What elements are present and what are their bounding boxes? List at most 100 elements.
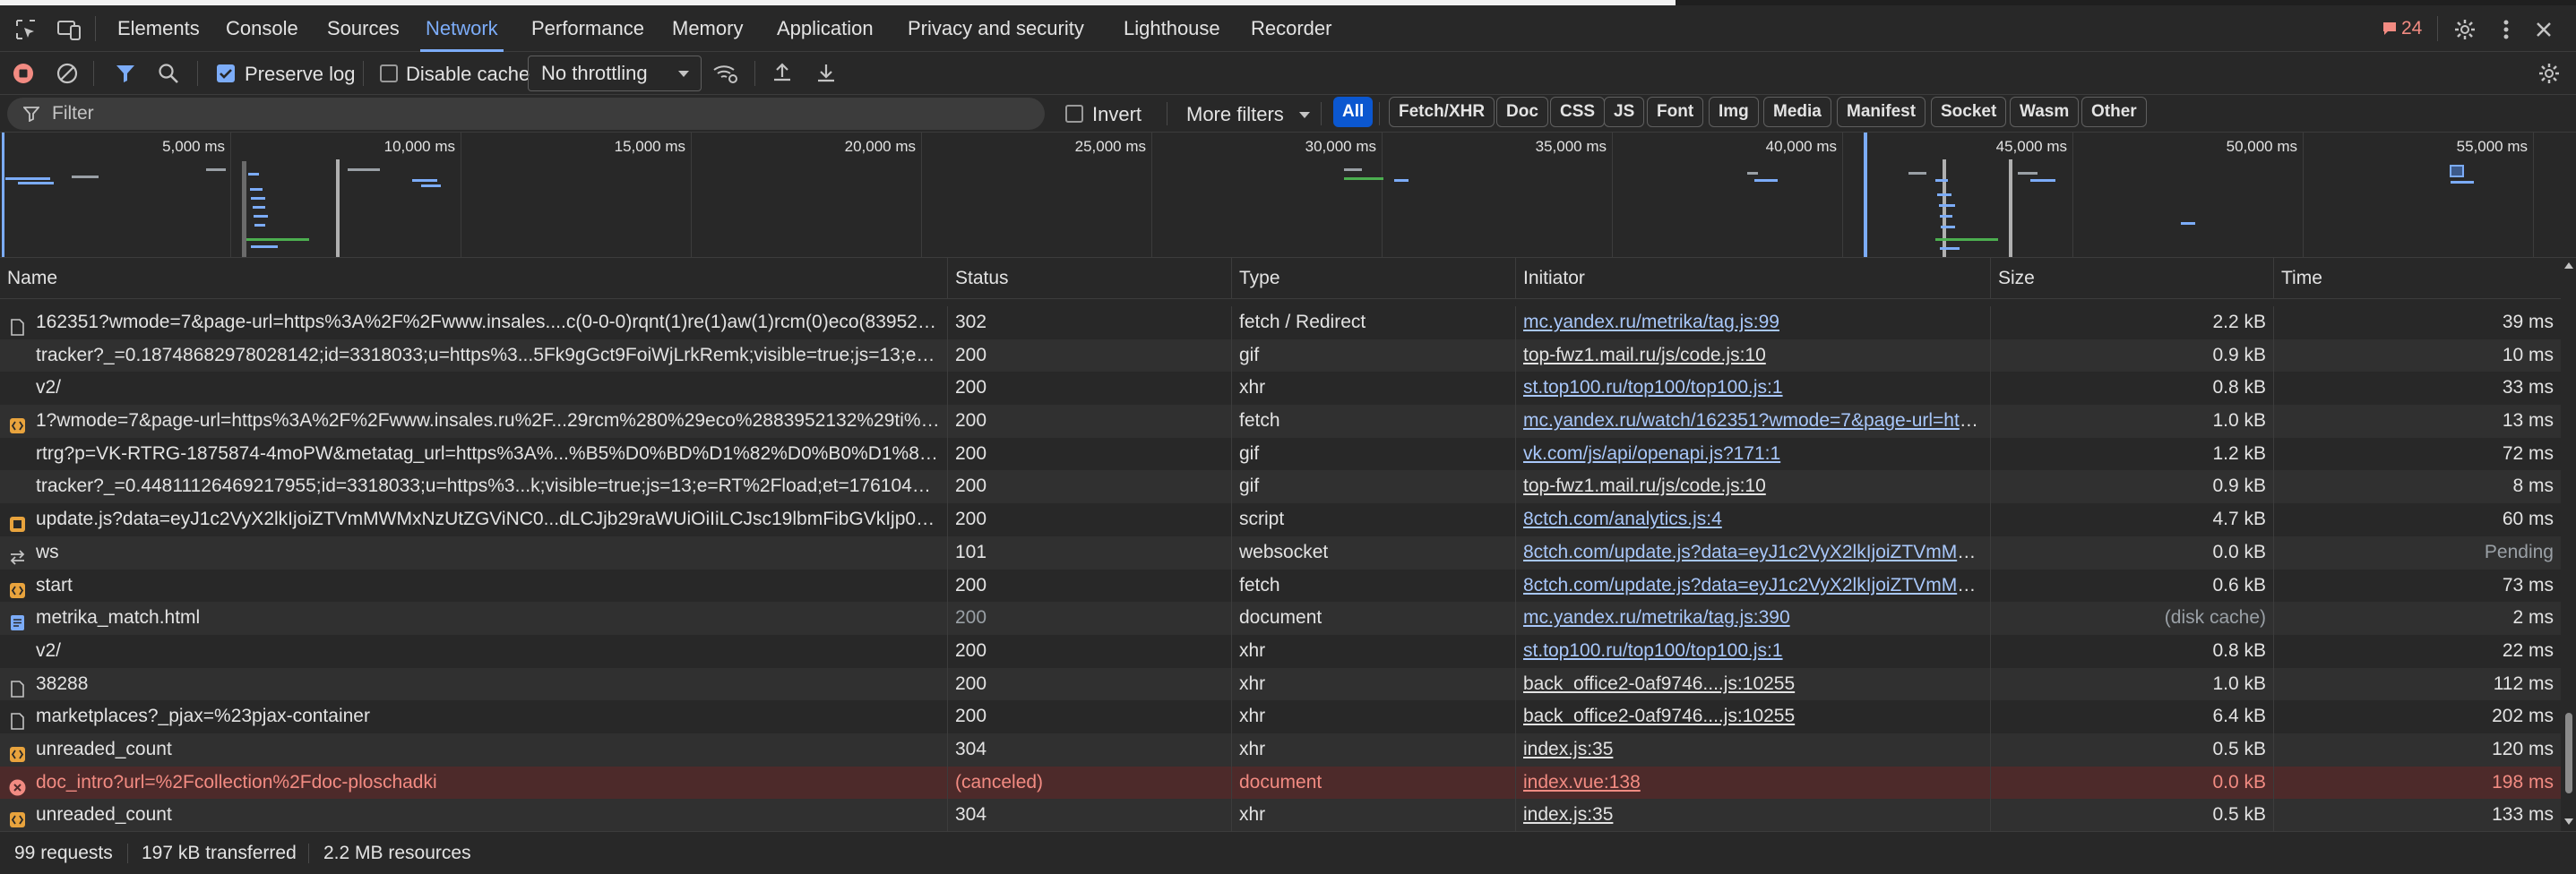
invert-checkbox[interactable]: [1065, 105, 1083, 123]
invert-label[interactable]: Invert: [1092, 103, 1142, 126]
cell-name[interactable]: unreaded_count: [0, 733, 948, 767]
table-row[interactable]: 162351?wmode=7&page-url=https%3A%2F%2Fww…: [0, 306, 2561, 339]
tab-lighthouse[interactable]: Lighthouse: [1124, 5, 1220, 52]
table-row[interactable]: tracker?_=0.18748682978028142;id=3318033…: [0, 338, 2561, 373]
filter-chip-wasm[interactable]: Wasm: [2010, 97, 2080, 127]
cell-name[interactable]: update.js?data=eyJ1c2VyX2lkIjoiZTVmMWMxN…: [0, 503, 948, 536]
table-row[interactable]: start 200 fetch 8ctch.com/update.js?data…: [0, 569, 2561, 603]
filter-chip-doc[interactable]: Doc: [1496, 97, 1548, 127]
table-row[interactable]: unreaded_count 304 xhr index.js:35 0.5 k…: [0, 799, 2561, 831]
table-vertical-scrollbar[interactable]: [2561, 258, 2576, 831]
cell-name[interactable]: metrika_match.html: [0, 602, 948, 635]
tab-recorder[interactable]: Recorder: [1251, 5, 1331, 52]
network-conditions-icon[interactable]: [712, 62, 739, 90]
table-row[interactable]: metrika_match.html 200 document mc.yande…: [0, 602, 2561, 635]
tab-elements[interactable]: Elements: [117, 5, 200, 52]
cell-name[interactable]: 162351?wmode=7&page-url=https%3A%2F%2Fww…: [0, 306, 948, 339]
cell-name[interactable]: v2/: [0, 372, 948, 406]
table-row[interactable]: rtrg?p=VK-RTRG-1875874-4moPW&metatag_url…: [0, 437, 2561, 471]
cell-name[interactable]: 1?wmode=7&page-url=https%3A%2F%2Fwww.ins…: [0, 405, 948, 438]
clear-icon[interactable]: [56, 63, 78, 90]
cell-name[interactable]: unreaded_count: [0, 799, 948, 831]
initiator-link[interactable]: index.js:35: [1523, 739, 1613, 759]
filter-chip-fetch-xhr[interactable]: Fetch/XHR: [1389, 97, 1495, 127]
scroll-down-arrow-icon[interactable]: [2564, 818, 2573, 826]
initiator-link[interactable]: 8ctch.com/update.js?data=eyJ1c2VyX2lkIjo…: [1523, 575, 1989, 596]
tab-application[interactable]: Application: [777, 5, 874, 52]
initiator-link[interactable]: vk.com/js/api/openapi.js?171:1: [1523, 443, 1780, 464]
cell-name[interactable]: doc_intro?url=%2Fcollection%2Fdoc-plosch…: [0, 766, 948, 800]
cell-name[interactable]: 38288: [0, 667, 948, 701]
filter-chip-manifest[interactable]: Manifest: [1837, 97, 1926, 127]
tab-sources[interactable]: Sources: [327, 5, 400, 52]
table-row[interactable]: 38288 200 xhr back_office2-0af9746....js…: [0, 667, 2561, 701]
cell-name[interactable]: ws: [0, 536, 948, 570]
tab-memory[interactable]: Memory: [672, 5, 743, 52]
filter-chip-css[interactable]: CSS: [1550, 97, 1606, 127]
table-row[interactable]: v2/ 200 xhr st.top100.ru/top100/top100.j…: [0, 634, 2561, 668]
search-icon[interactable]: [158, 63, 179, 90]
initiator-link[interactable]: top-fwz1.mail.ru/js/code.js:10: [1523, 345, 1766, 365]
column-header-size[interactable]: Size: [1991, 258, 2274, 299]
column-header-time[interactable]: Time: [2274, 258, 2561, 299]
filter-chip-all[interactable]: All: [1333, 97, 1374, 127]
table-row[interactable]: marketplaces?_pjax=%23pjax-container 200…: [0, 700, 2561, 733]
filter-chip-socket[interactable]: Socket: [1931, 97, 2007, 127]
column-header-name[interactable]: Name: [0, 258, 948, 299]
settings-gear-icon[interactable]: [2448, 13, 2482, 47]
tab-console[interactable]: Console: [226, 5, 298, 52]
import-har-upload-icon[interactable]: [771, 62, 793, 89]
cell-name[interactable]: start: [0, 569, 948, 603]
filter-chip-other[interactable]: Other: [2081, 97, 2147, 127]
network-settings-gear-icon[interactable]: [2537, 62, 2561, 90]
table-row[interactable]: update.js?data=eyJ1c2VyX2lkIjoiZTVmMWMxN…: [0, 503, 2561, 536]
disable-cache-checkbox[interactable]: [380, 64, 398, 82]
table-row[interactable]: v2/ 200 xhr st.top100.ru/top100/top100.j…: [0, 372, 2561, 406]
preserve-log-label[interactable]: Preserve log: [245, 63, 356, 86]
column-header-initiator[interactable]: Initiator: [1516, 258, 1991, 299]
disable-cache-label[interactable]: Disable cache: [406, 63, 530, 86]
issues-badge[interactable]: 24: [2382, 18, 2422, 39]
table-row[interactable]: tracker?_=0.44811126469217955;id=3318033…: [0, 470, 2561, 504]
column-header-status[interactable]: Status: [948, 258, 1232, 299]
initiator-link[interactable]: 8ctch.com/update.js?data=eyJ1c2VyX2lkIjo…: [1523, 542, 1989, 562]
filter-chip-font[interactable]: Font: [1647, 97, 1704, 127]
filter-chip-js[interactable]: JS: [1604, 97, 1645, 127]
cell-name[interactable]: marketplaces?_pjax=%23pjax-container: [0, 700, 948, 733]
initiator-link[interactable]: top-fwz1.mail.ru/js/code.js:10: [1523, 476, 1766, 496]
initiator-link[interactable]: index.vue:138: [1523, 772, 1641, 793]
scroll-up-arrow-icon[interactable]: [2564, 261, 2573, 269]
initiator-link[interactable]: mc.yandex.ru/metrika/tag.js:99: [1523, 312, 1779, 332]
initiator-link[interactable]: st.top100.ru/top100/top100.js:1: [1523, 377, 1783, 398]
cell-name[interactable]: tracker?_=0.44811126469217955;id=3318033…: [0, 470, 948, 504]
tab-network[interactable]: Network: [420, 5, 504, 52]
initiator-link[interactable]: 8ctch.com/analytics.js:4: [1523, 509, 1722, 529]
column-header-type[interactable]: Type: [1232, 258, 1516, 299]
scrollbar-thumb[interactable]: [2565, 713, 2572, 793]
filter-chip-media[interactable]: Media: [1763, 97, 1831, 127]
inspect-element-icon[interactable]: [9, 13, 43, 47]
tab-privacy-and-security[interactable]: Privacy and security: [908, 5, 1084, 52]
device-toolbar-icon[interactable]: [52, 13, 86, 47]
record-stop-icon[interactable]: [13, 63, 34, 90]
initiator-link[interactable]: mc.yandex.ru/watch/162351?wmode=7&page-u…: [1523, 410, 1985, 431]
cell-name[interactable]: v2/: [0, 634, 948, 668]
filter-input[interactable]: Filter: [7, 98, 1045, 130]
table-row[interactable]: doc_intro?url=%2Fcollection%2Fdoc-plosch…: [0, 766, 2561, 800]
preserve-log-checkbox[interactable]: [217, 64, 235, 82]
table-row[interactable]: 1?wmode=7&page-url=https%3A%2F%2Fwww.ins…: [0, 405, 2561, 438]
initiator-link[interactable]: mc.yandex.ru/metrika/tag.js:390: [1523, 607, 1790, 628]
cell-name[interactable]: rtrg?p=VK-RTRG-1875874-4moPW&metatag_url…: [0, 437, 948, 471]
table-row[interactable]: ws 101 websocket 8ctch.com/update.js?dat…: [0, 536, 2561, 570]
throttling-select[interactable]: No throttling: [528, 56, 702, 91]
tab-performance[interactable]: Performance: [531, 5, 644, 52]
more-options-icon[interactable]: [2489, 13, 2523, 47]
initiator-link[interactable]: back_office2-0af9746....js:10255: [1523, 673, 1795, 694]
more-filters-button[interactable]: More filters: [1186, 103, 1311, 126]
initiator-link[interactable]: back_office2-0af9746....js:10255: [1523, 706, 1795, 726]
cell-name[interactable]: tracker?_=0.18748682978028142;id=3318033…: [0, 338, 948, 373]
filter-chip-img[interactable]: Img: [1709, 97, 1759, 127]
initiator-link[interactable]: st.top100.ru/top100/top100.js:1: [1523, 640, 1783, 661]
close-devtools-icon[interactable]: [2527, 13, 2561, 47]
network-overview-timeline[interactable]: 5,000 ms 10,000 ms 15,000 ms 20,000 ms 2…: [0, 133, 2576, 258]
